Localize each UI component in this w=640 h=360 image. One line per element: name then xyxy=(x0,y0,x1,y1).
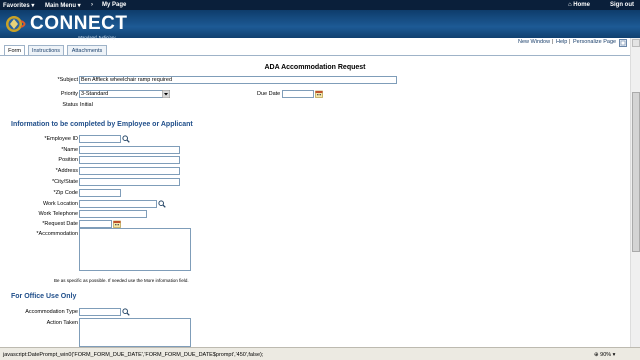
accommodation-hint: Be as specific as possible. If needed us… xyxy=(54,278,189,283)
work-location-input[interactable] xyxy=(79,200,157,208)
help-link[interactable]: Help xyxy=(556,39,567,45)
accommodation-label: *Accommodation xyxy=(36,231,78,237)
due-date-label: Due Date xyxy=(257,91,281,97)
zoom-level: 90% xyxy=(600,351,612,358)
breadcrumb-separator: › xyxy=(91,1,93,8)
favorites-label: Favorites xyxy=(3,2,30,9)
home-link[interactable]: ⌂ Home xyxy=(568,2,590,8)
position-label: Position xyxy=(58,157,78,163)
toolbar-separator: | xyxy=(569,39,571,45)
search-icon[interactable] xyxy=(122,135,130,143)
address-label: *Address xyxy=(55,168,78,174)
due-date-input[interactable] xyxy=(282,90,314,98)
zip-code-label: *Zip Code xyxy=(53,190,78,196)
browser-status-bar: javascript:DatePrompt_win0('FORM_FORM_DU… xyxy=(0,347,640,360)
personalize-page-link[interactable]: Personalize Page xyxy=(573,39,616,45)
zip-code-input[interactable] xyxy=(79,189,121,197)
page-options-icon[interactable] xyxy=(619,38,627,47)
home-label: Home xyxy=(573,1,590,8)
brand-tagline: Maryland Judiciary xyxy=(78,35,116,40)
main-menu-label: Main Menu xyxy=(45,2,76,9)
tab-form[interactable]: Form xyxy=(4,45,25,55)
home-icon: ⌂ xyxy=(568,1,572,8)
main-menu[interactable]: Main Menu ▾ xyxy=(45,2,81,9)
city-state-label: *City/State xyxy=(52,179,78,185)
office-section-heading: For Office Use Only xyxy=(11,293,77,300)
top-nav-bar: Favorites ▾ Main Menu ▾ › My Page ⌂ Home… xyxy=(0,0,640,10)
new-window-link[interactable]: New Window xyxy=(518,39,550,45)
connect-banner: CONNECT Maryland Judiciary xyxy=(0,10,640,40)
status-label: Status xyxy=(62,102,78,108)
employee-id-label: *Employee ID xyxy=(44,136,78,142)
accommodation-type-label: Accommodation Type xyxy=(25,309,78,315)
tab-instructions[interactable]: Instructions xyxy=(28,45,64,55)
chevron-down-icon[interactable] xyxy=(162,90,170,98)
tab-attachments[interactable]: Attachments xyxy=(67,45,107,55)
search-icon[interactable] xyxy=(122,308,130,316)
accommodation-textarea[interactable] xyxy=(79,228,191,271)
scroll-up-button[interactable] xyxy=(632,39,640,47)
sign-out-link[interactable]: Sign out xyxy=(610,2,634,8)
request-date-label: *Request Date xyxy=(42,221,78,227)
status-value: Initial xyxy=(80,102,93,108)
action-taken-textarea[interactable] xyxy=(79,318,191,347)
tab-divider xyxy=(0,55,630,56)
city-state-input[interactable] xyxy=(79,178,180,186)
zoom-control[interactable]: ⊕ 90% ▾ xyxy=(594,352,615,358)
zoom-icon: ⊕ xyxy=(594,351,599,358)
page-title: ADA Accommodation Request xyxy=(264,64,366,71)
breadcrumb-my-page[interactable]: My Page xyxy=(102,2,126,8)
calendar-icon[interactable] xyxy=(315,90,323,98)
accommodation-type-input[interactable] xyxy=(79,308,121,316)
priority-value: 3-Standard xyxy=(81,91,109,97)
name-label: *Name xyxy=(61,147,78,153)
position-input[interactable] xyxy=(79,156,180,164)
work-telephone-input[interactable] xyxy=(79,210,147,218)
favorites-menu[interactable]: Favorites ▾ xyxy=(3,2,34,9)
applicant-section-heading: Information to be completed by Employee … xyxy=(11,121,193,128)
priority-label: Priority xyxy=(60,91,78,97)
search-icon[interactable] xyxy=(158,200,166,208)
status-url: javascript:DatePrompt_win0('FORM_FORM_DU… xyxy=(3,351,264,358)
scroll-thumb[interactable] xyxy=(632,92,640,252)
employee-id-input[interactable] xyxy=(79,135,121,143)
work-telephone-label: Work Telephone xyxy=(38,211,78,217)
action-taken-label: Action Taken xyxy=(46,320,78,326)
calendar-icon[interactable] xyxy=(113,220,121,228)
maryland-seal-icon xyxy=(6,16,26,32)
work-location-label: Work Location xyxy=(42,201,78,207)
toolbar-separator: | xyxy=(552,39,554,45)
request-date-input[interactable] xyxy=(79,220,112,228)
subject-label: *Subject xyxy=(57,77,79,83)
brand-name: CONNECT xyxy=(30,13,128,34)
vertical-scrollbar[interactable] xyxy=(630,38,640,347)
address-input[interactable] xyxy=(79,167,180,175)
name-input[interactable] xyxy=(79,146,180,154)
subject-input[interactable]: Ben Affleck wheelchair ramp required xyxy=(79,76,397,84)
priority-select[interactable]: 3-Standard xyxy=(79,90,170,98)
